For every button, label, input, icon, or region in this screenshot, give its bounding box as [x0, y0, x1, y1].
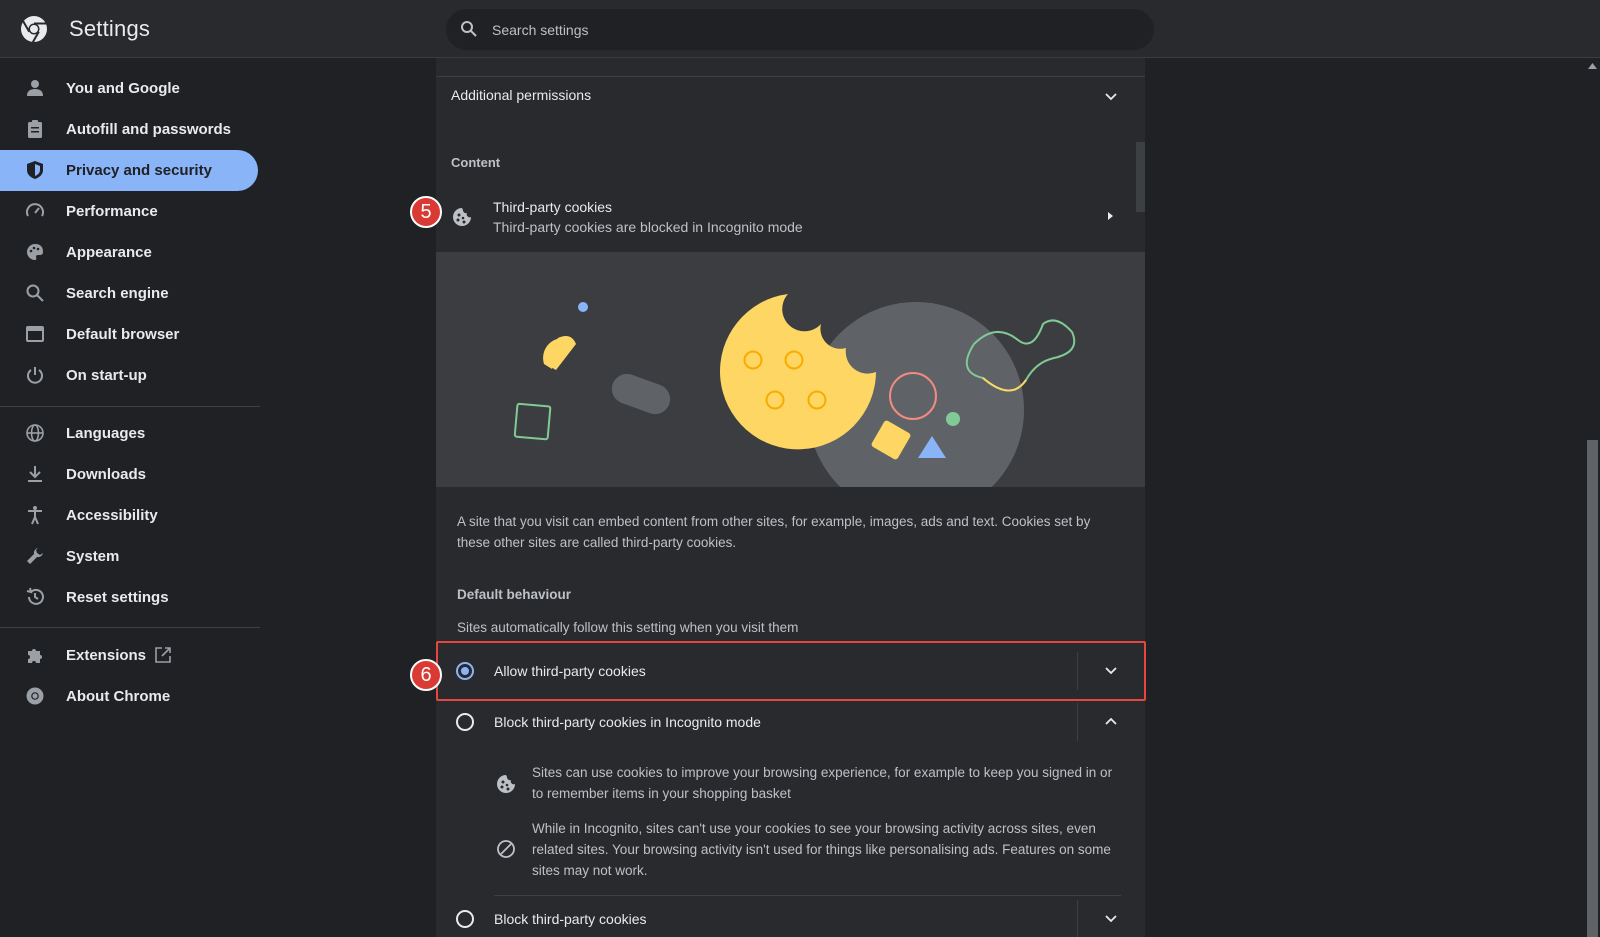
arrow-right-icon: [1108, 212, 1113, 220]
option-label: Block third-party cookies: [494, 911, 647, 927]
chrome-logo-icon: [21, 16, 47, 43]
download-icon: [28, 466, 42, 482]
sidebar-item-label: You and Google: [66, 80, 180, 97]
scroll-up-icon[interactable]: [1588, 62, 1597, 69]
sidebar-item-label: Privacy and security: [66, 162, 212, 179]
sidebar-item-label: Default browser: [66, 326, 180, 343]
chevron-up-icon[interactable]: [1103, 713, 1119, 729]
sidebar-divider: [0, 406, 260, 407]
sidebar-item-about-chrome[interactable]: About Chrome: [0, 676, 258, 717]
additional-permissions-row[interactable]: Additional permissions: [436, 76, 1145, 114]
wrench-icon: [27, 548, 43, 564]
default-behaviour-heading: Default behaviour: [457, 587, 572, 602]
palette-icon: [27, 244, 43, 260]
third-party-cookies-subtitle: Third-party cookies are blocked in Incog…: [493, 219, 803, 235]
browser-icon: [26, 326, 44, 342]
search-input[interactable]: [492, 9, 1132, 50]
radio-block-third-party[interactable]: [456, 910, 474, 928]
chevron-down-icon[interactable]: [1103, 911, 1119, 927]
puzzle-icon: [28, 649, 42, 663]
sidebar-item-system[interactable]: System: [0, 536, 258, 577]
sidebar-item-downloads[interactable]: Downloads: [0, 454, 258, 495]
radio-allow-third-party[interactable]: [456, 662, 474, 680]
default-behaviour-description: Sites automatically follow this setting …: [457, 620, 799, 635]
person-icon: [27, 80, 43, 96]
row-separator: [1077, 900, 1078, 937]
sidebar-item-privacy[interactable]: Privacy and security: [0, 150, 258, 191]
cookie-illustration-art: [513, 294, 1076, 487]
open-in-new-icon: [155, 647, 171, 663]
sidebar-item-label: Autofill and passwords: [66, 121, 232, 138]
sidebar-item-you-and-google[interactable]: You and Google: [0, 68, 258, 109]
power-icon: [27, 367, 43, 384]
sidebar-item-label: Appearance: [66, 244, 152, 261]
step-badge: 5: [410, 196, 442, 228]
sidebar-item-appearance[interactable]: Appearance: [0, 232, 258, 273]
speedometer-icon: [26, 203, 44, 217]
chevron-down-icon[interactable]: [1103, 663, 1119, 679]
radio-block-incognito[interactable]: [456, 713, 474, 731]
search-icon: [461, 21, 477, 37]
cookie-icon: [497, 775, 515, 793]
shield-icon: [27, 161, 43, 179]
sidebar-item-label: About Chrome: [66, 688, 171, 705]
row-separator: [1077, 652, 1078, 690]
content-heading: Content: [451, 155, 501, 170]
sidebar-item-default-browser[interactable]: Default browser: [0, 314, 258, 355]
inner-scrollbar-thumb[interactable]: [1136, 142, 1145, 212]
third-party-description: A site that you visit can embed content …: [457, 514, 1091, 550]
sidebar-divider: [0, 627, 260, 628]
sidebar-item-languages[interactable]: Languages: [0, 413, 258, 454]
sidebar-item-accessibility[interactable]: Accessibility: [0, 495, 258, 536]
globe-icon: [26, 424, 44, 442]
option-label: Block third-party cookies in Incognito m…: [494, 714, 761, 730]
sidebar-item-search-engine[interactable]: Search engine: [0, 273, 258, 314]
sidebar-item-autofill[interactable]: Autofill and passwords: [0, 109, 258, 150]
row-separator: [1077, 703, 1078, 741]
toolbar: Settings: [0, 0, 1600, 58]
sidebar-item-label: Reset settings: [66, 589, 169, 606]
settings-card: Additional permissions Content Third-par…: [436, 58, 1145, 937]
option-block-incognito[interactable]: Block third-party cookies in Incognito m…: [436, 694, 1145, 750]
option-block-third-party[interactable]: Block third-party cookies: [436, 891, 1145, 937]
third-party-cookies-row[interactable]: Third-party cookies Third-party cookies …: [436, 188, 1145, 248]
chrome-icon: [26, 687, 44, 705]
page-title: Settings: [69, 16, 151, 41]
sidebar-item-performance[interactable]: Performance: [0, 191, 258, 232]
search-icon: [26, 284, 44, 302]
sidebar-item-label: Search engine: [66, 285, 169, 302]
sidebar-item-label: Languages: [66, 425, 146, 442]
sidebar: You and Google Autofill and passwords Pr…: [0, 58, 262, 937]
sidebar-item-label: System: [66, 548, 120, 565]
sidebar-item-reset-settings[interactable]: Reset settings: [0, 577, 258, 618]
option-label: Allow third-party cookies: [494, 663, 646, 679]
sidebar-item-label: Accessibility: [66, 507, 158, 524]
chevron-down-icon: [1105, 93, 1117, 101]
search-box[interactable]: [446, 9, 1154, 50]
clipboard-icon: [28, 120, 42, 138]
accessibility-icon: [28, 506, 42, 525]
page-scrollbar[interactable]: [1585, 58, 1600, 937]
additional-permissions-label: Additional permissions: [451, 87, 592, 103]
detail-text: While in Incognito, sites can't use your…: [532, 821, 1111, 878]
option-allow-third-party[interactable]: Allow third-party cookies: [436, 643, 1145, 699]
block-icon: [497, 840, 515, 858]
sidebar-item-label: Performance: [66, 203, 158, 220]
sidebar-item-label: Downloads: [66, 466, 147, 483]
detail-text: Sites can use cookies to improve your br…: [532, 765, 1113, 801]
sidebar-item-on-startup[interactable]: On start-up: [0, 355, 258, 396]
history-icon: [26, 587, 44, 605]
step-badge: 6: [410, 659, 442, 691]
scrollbar-thumb[interactable]: [1587, 440, 1598, 937]
sidebar-item-label: Extensions: [66, 647, 147, 664]
cookie-icon: [453, 208, 471, 226]
sidebar-item-extensions[interactable]: Extensions: [0, 635, 258, 676]
third-party-cookies-title: Third-party cookies: [493, 199, 613, 215]
sidebar-item-label: On start-up: [66, 367, 147, 384]
cookies-illustration: [436, 252, 1145, 487]
